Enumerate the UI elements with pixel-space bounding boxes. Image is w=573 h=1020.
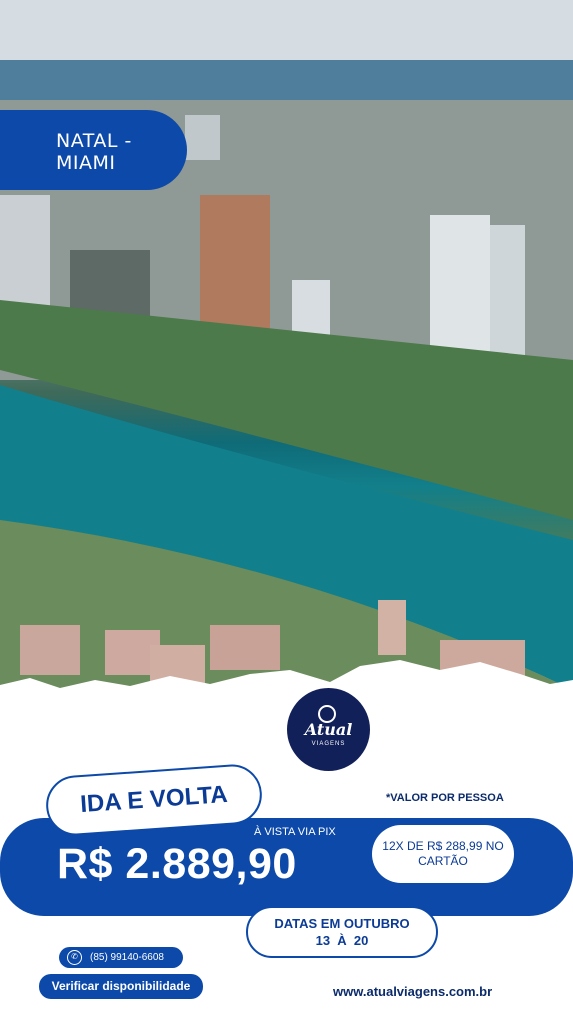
city-illustration xyxy=(0,0,573,715)
phone-contact[interactable]: ✆ (85) 99140-6608 xyxy=(59,947,183,968)
dates-range: 13 À 20 xyxy=(315,933,369,948)
route-badge: NATAL - MIAMI xyxy=(0,110,187,190)
route-destination: MIAMI xyxy=(56,152,116,174)
dates-month: DATAS EM OUTUBRO xyxy=(274,916,410,931)
website-link[interactable]: www.atualviagens.com.br xyxy=(333,984,492,999)
route-origin: NATAL - xyxy=(56,130,132,152)
logo-name: Atual xyxy=(304,720,353,739)
torn-paper-edge xyxy=(0,660,573,730)
logo-subtitle: VIAGENS xyxy=(311,741,346,747)
per-person-note: *VALOR POR PESSOA xyxy=(386,792,504,804)
whatsapp-icon: ✆ xyxy=(67,950,82,965)
check-availability-button[interactable]: Verificar disponibilidade xyxy=(39,974,203,999)
miami-aerial-photo xyxy=(0,0,573,715)
route-title: NATAL - MIAMI xyxy=(56,130,132,174)
phone-number: (85) 99140-6608 xyxy=(90,952,164,963)
dates-badge: DATAS EM OUTUBRO 13 À 20 xyxy=(246,906,438,958)
pix-label: À VISTA VIA PIX xyxy=(254,826,336,838)
price-value: R$ 2.889,90 xyxy=(57,840,297,888)
atual-viagens-logo: Atual VIAGENS xyxy=(287,688,370,771)
installments-text: 12X DE R$ 288,99 NO CARTÃO xyxy=(382,839,504,868)
installments-badge: 12X DE R$ 288,99 NO CARTÃO xyxy=(372,825,514,883)
